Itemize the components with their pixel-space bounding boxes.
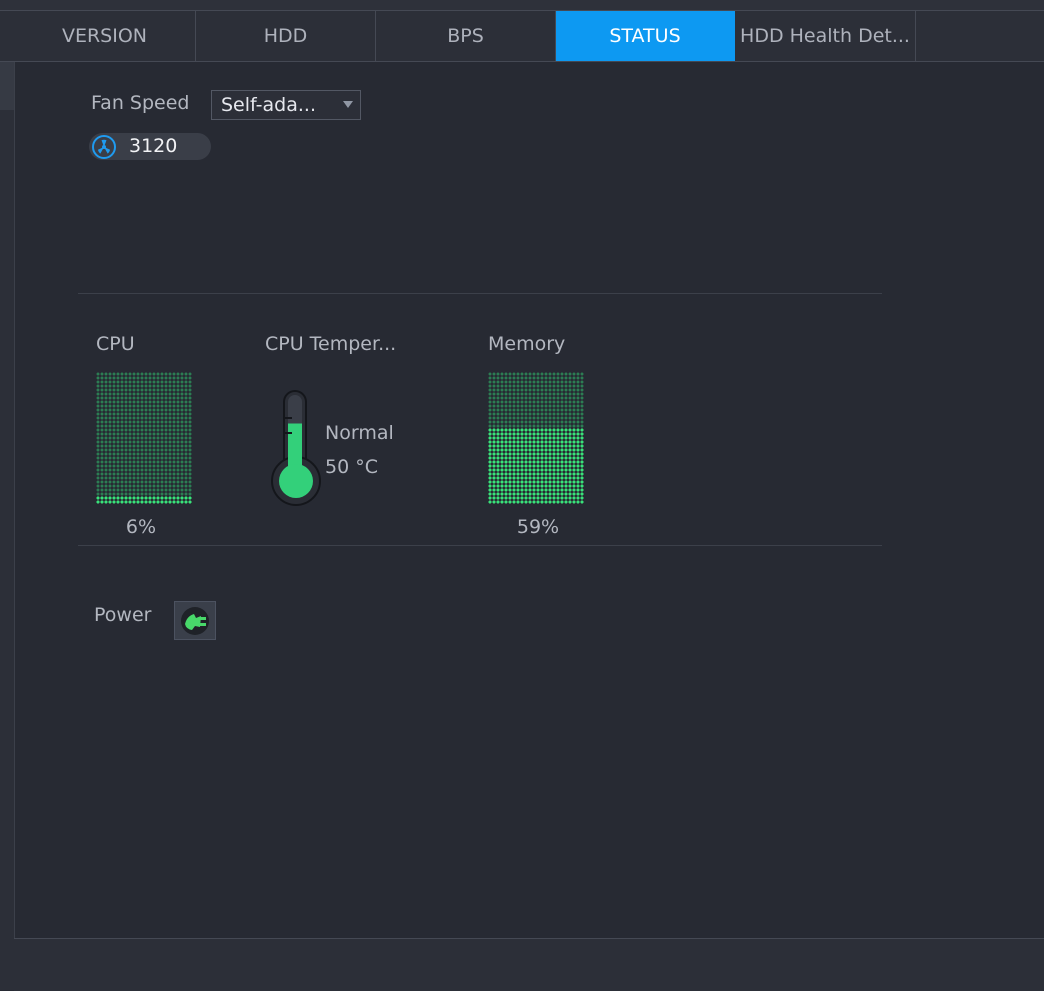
section-divider-2: [78, 545, 882, 546]
cpu-meter-fill: [96, 496, 192, 504]
top-strip: [0, 0, 1044, 11]
memory-usage-meter: [488, 372, 584, 504]
tab-status[interactable]: STATUS: [556, 11, 735, 61]
fan-icon: [92, 135, 116, 159]
tab-bps[interactable]: BPS: [376, 11, 556, 61]
memory-meter-fill: [488, 428, 584, 504]
fan-speed-select[interactable]: Self-ada...: [211, 90, 361, 120]
fan-speed-select-value: Self-ada...: [221, 94, 316, 116]
tab-version[interactable]: VERSION: [14, 11, 196, 61]
section-divider: [78, 293, 882, 294]
cpu-label: CPU: [96, 333, 135, 355]
sidebar-selected-item[interactable]: [0, 62, 14, 110]
memory-usage-value: 59%: [516, 516, 560, 538]
power-status-box: [174, 601, 216, 640]
temperature-value: 50 °C: [325, 456, 378, 478]
fan-rpm-value: 3120: [129, 135, 178, 157]
cpu-meter-background: [96, 372, 192, 504]
tab-hdd-health-detection[interactable]: HDD Health Det...: [735, 11, 916, 61]
tab-hdd[interactable]: HDD: [196, 11, 376, 61]
fan-rpm-readout: 3120: [89, 133, 211, 160]
cpu-usage-value: 6%: [125, 516, 157, 538]
power-plug-icon: [181, 607, 209, 635]
cpu-usage-meter: [96, 372, 192, 504]
temperature-status: Normal: [325, 422, 394, 444]
chevron-down-icon: [343, 101, 353, 108]
cpu-temperature-label: CPU Temper...: [265, 333, 397, 355]
tab-bar: VERSION HDD BPS STATUS HDD Health Det...: [0, 11, 1044, 62]
fan-speed-label: Fan Speed: [91, 92, 190, 114]
memory-label: Memory: [488, 333, 566, 355]
power-label: Power: [94, 604, 152, 626]
bottom-bar: [14, 938, 1044, 991]
thermometer-icon: [271, 390, 321, 506]
left-sidebar: [0, 62, 15, 990]
